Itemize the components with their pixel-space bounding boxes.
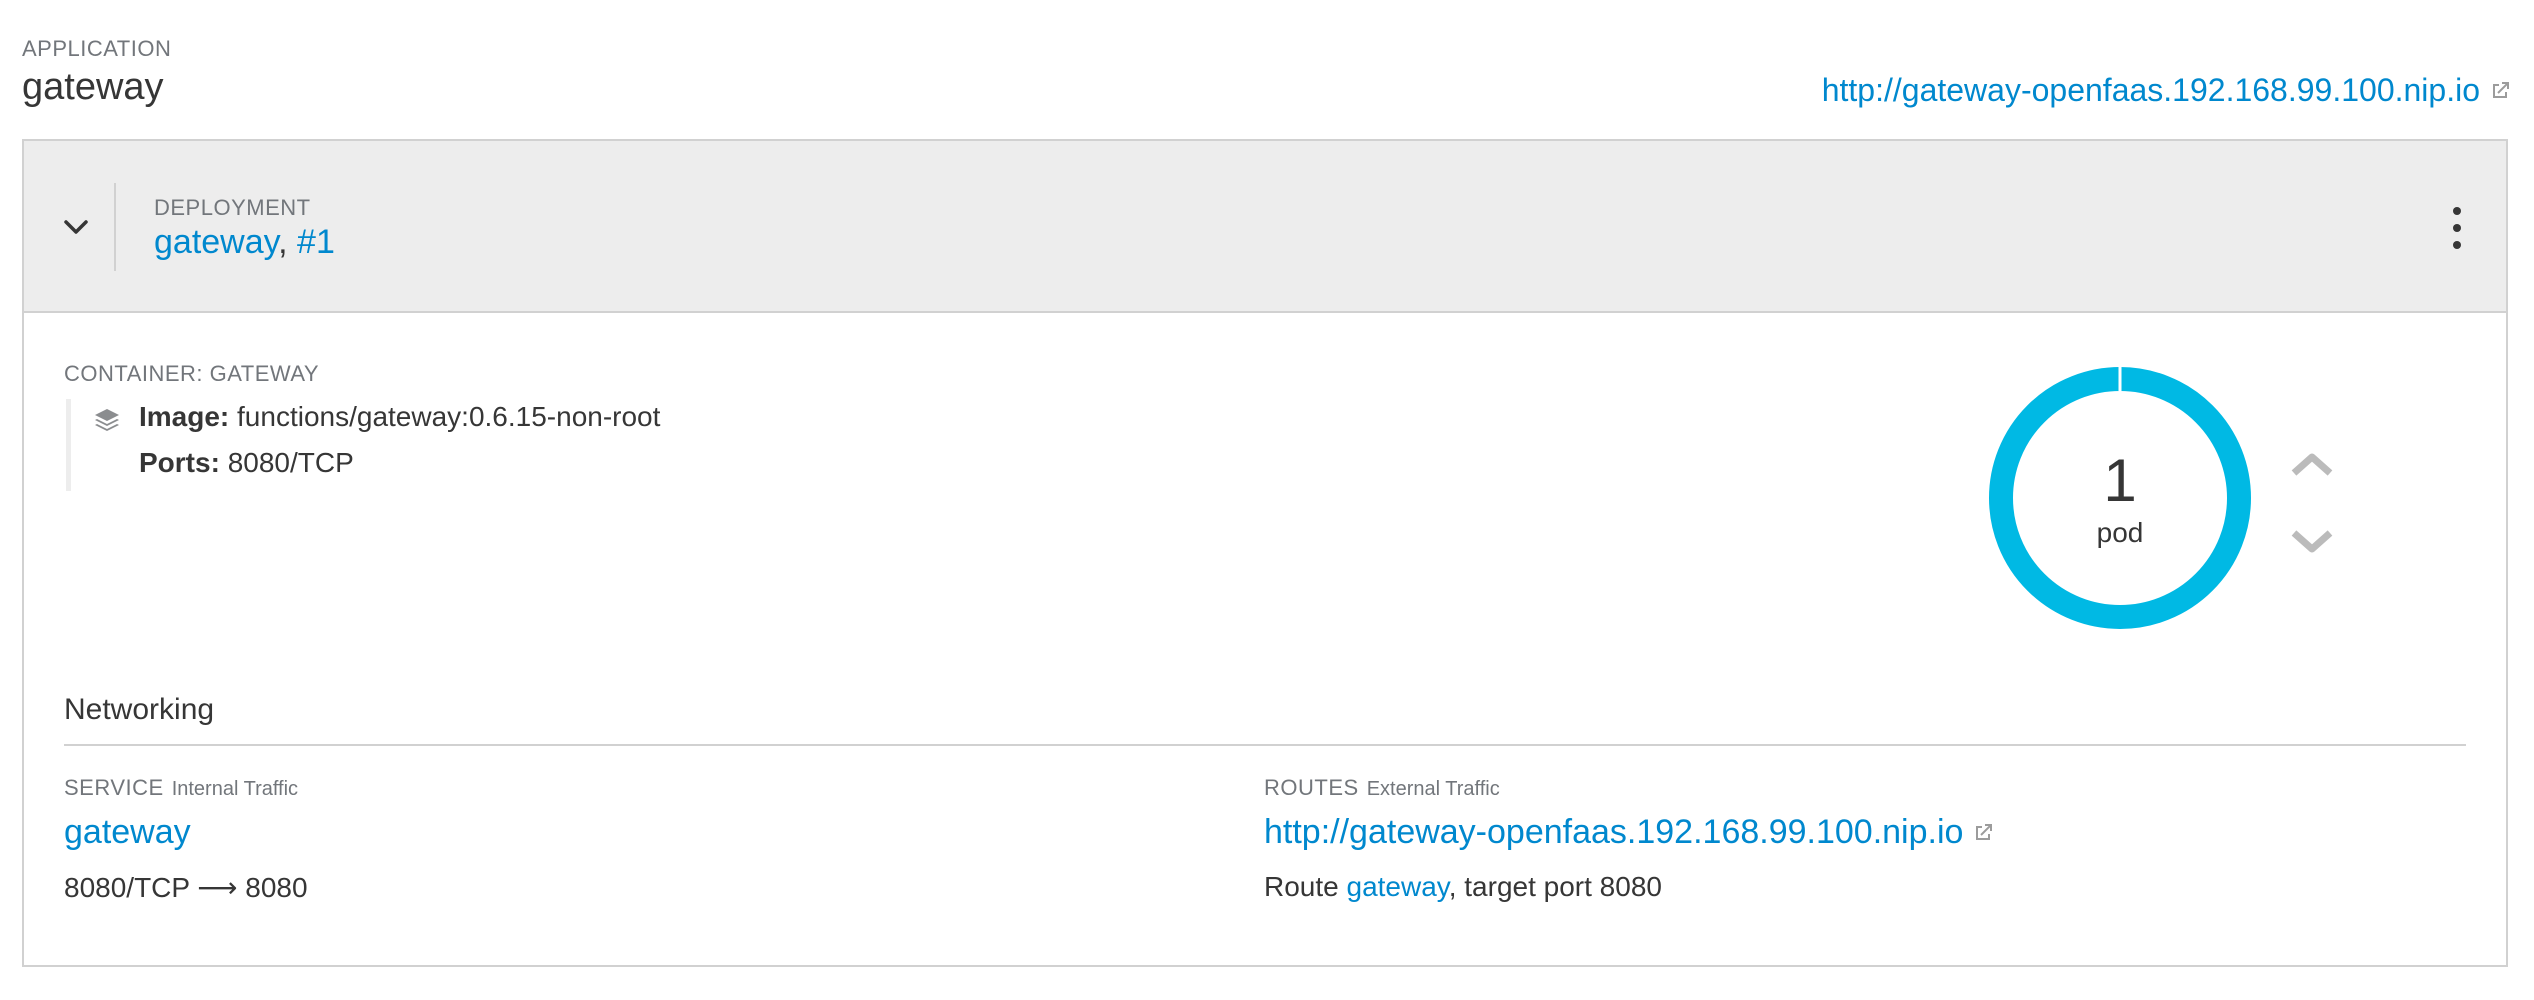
kebab-dot — [2453, 224, 2461, 232]
application-url-row: http://gateway-openfaas.192.168.99.100.n… — [1822, 72, 2512, 109]
service-name-link[interactable]: gateway — [64, 813, 191, 852]
image-value: functions/gateway:0.6.15-non-root — [237, 401, 661, 432]
chevron-down-icon[interactable] — [2290, 527, 2334, 557]
ports-label: Ports: — [139, 447, 220, 478]
external-link-icon[interactable] — [1971, 821, 1995, 845]
image-label: Image: — [139, 401, 230, 432]
deployment-label: DEPLOYMENT — [154, 195, 311, 220]
chevron-up-icon[interactable] — [2290, 449, 2334, 479]
deployment-title: gateway, #1 — [154, 223, 335, 262]
ports-value: 8080/TCP — [227, 447, 354, 478]
pod-count: 1 — [2103, 447, 2137, 514]
route-desc-prefix: Route — [1264, 871, 1347, 902]
header-divider — [114, 183, 116, 271]
route-description: Route gateway, target port 8080 — [1264, 871, 1662, 903]
external-link-icon[interactable] — [2488, 79, 2512, 103]
deployment-revision-link[interactable]: #1 — [297, 223, 335, 261]
service-label-text: SERVICE — [64, 775, 164, 800]
deployment-name-link[interactable]: gateway — [154, 223, 278, 261]
kebab-dot — [2453, 241, 2461, 249]
deployment-separator: , — [278, 223, 298, 261]
route-name-link[interactable]: gateway — [1347, 871, 1449, 902]
networking-title: Networking — [64, 693, 215, 726]
kebab-dot — [2453, 207, 2461, 215]
layers-icon — [95, 409, 119, 431]
route-desc-suffix: , target port 8080 — [1448, 871, 1662, 902]
routes-label: ROUTES External Traffic — [1264, 775, 1500, 801]
service-ports: 8080/TCP ⟶ 8080 — [64, 872, 308, 903]
routes-label-text: ROUTES — [1264, 775, 1359, 800]
ports-row: Ports: 8080/TCP — [139, 447, 354, 479]
route-url-row: http://gateway-openfaas.192.168.99.100.n… — [1264, 813, 1995, 852]
image-row: Image: functions/gateway:0.6.15-non-root — [139, 401, 660, 433]
application-name: gateway — [22, 66, 164, 108]
service-sublabel: Internal Traffic — [171, 778, 299, 800]
networking-divider — [64, 744, 2466, 746]
container-details: Image: functions/gateway:0.6.15-non-root… — [66, 399, 660, 491]
chevron-down-icon[interactable] — [58, 209, 94, 245]
deployment-panel: DEPLOYMENT gateway, #1 CONTAINER: GATEWA… — [22, 139, 2508, 967]
kebab-menu-icon[interactable] — [2450, 207, 2464, 249]
application-label: APPLICATION — [22, 36, 172, 61]
application-url-link[interactable]: http://gateway-openfaas.192.168.99.100.n… — [1822, 72, 2480, 109]
pod-label: pod — [2096, 517, 2144, 548]
routes-sublabel: External Traffic — [1366, 778, 1500, 800]
deployment-header: DEPLOYMENT gateway, #1 — [24, 141, 2506, 313]
route-url-link[interactable]: http://gateway-openfaas.192.168.99.100.n… — [1264, 813, 1963, 852]
service-label: SERVICE Internal Traffic — [64, 775, 298, 801]
container-label: CONTAINER: GATEWAY — [64, 361, 320, 386]
